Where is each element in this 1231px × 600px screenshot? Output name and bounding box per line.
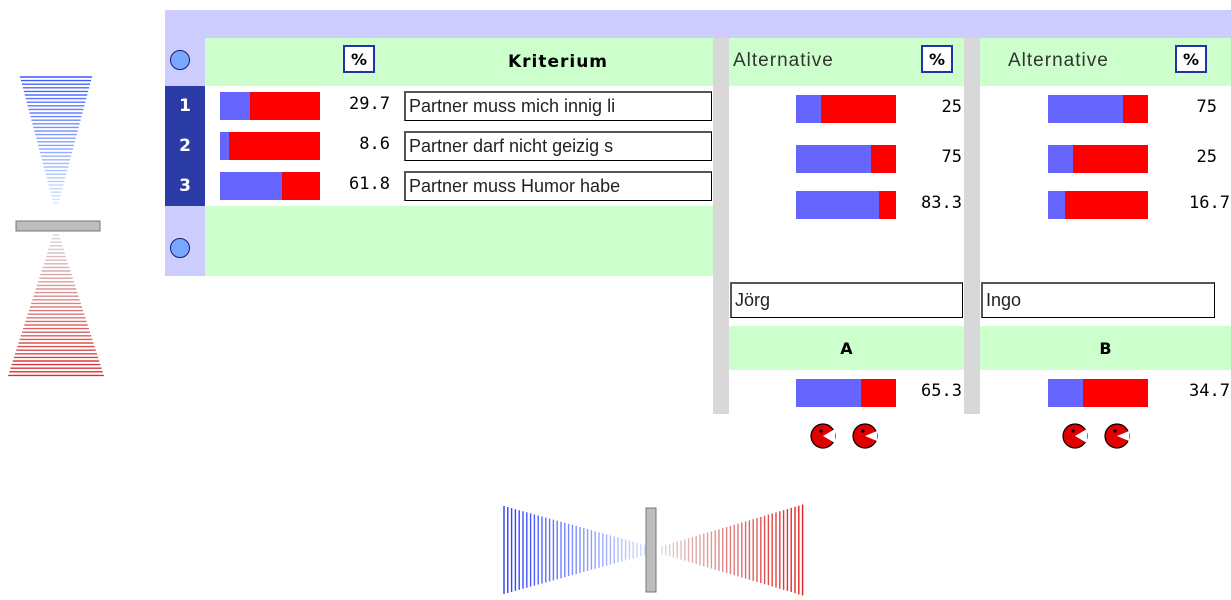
criterion-name-input-3[interactable]: Partner muss Humor habe <box>404 171 712 201</box>
alternative-b-percent-button[interactable]: % <box>1175 45 1207 73</box>
criterion-name-input-1[interactable]: Partner muss mich innig li <box>404 91 712 121</box>
pacman-icon <box>852 423 878 449</box>
slider-handle[interactable] <box>15 220 101 232</box>
criterion-weight-value-1: 29.7 <box>349 94 390 114</box>
row-number-2[interactable]: 2 <box>165 126 205 166</box>
left-gradient-widget[interactable] <box>0 75 112 385</box>
alternative-a-letter: A <box>729 326 964 370</box>
criterion-weight-bar-3[interactable] <box>220 172 320 200</box>
alternative-b-pacman-button-2[interactable] <box>1104 423 1130 453</box>
alternative-b-score-value-1: 75 <box>1196 97 1217 117</box>
alternative-a-score-bar-1[interactable] <box>796 95 896 123</box>
alternative-a-total-value: 65.3 <box>921 381 962 401</box>
alternative-b-total-value: 34.7 <box>1189 381 1230 401</box>
pacman-icon <box>1062 423 1088 449</box>
alternative-a-score-value-2: 75 <box>941 147 962 167</box>
alternative-b-total-bar <box>1048 379 1148 407</box>
alternative-b-pacman-button-1[interactable] <box>1062 423 1088 453</box>
criteria-footer-row <box>205 206 713 276</box>
criteria-header-title: Kriterium <box>507 52 609 72</box>
criteria-percent-button[interactable]: % <box>343 45 375 73</box>
sad-face-icon <box>170 50 190 70</box>
alternative-b-letter: B <box>980 326 1231 370</box>
criteria-footer-face-icon[interactable] <box>170 238 190 258</box>
alternative-a-score-value-3: 83.3 <box>921 193 962 213</box>
row-number-1[interactable]: 1 <box>165 86 205 126</box>
alternative-b-header-label: Alternative <box>1008 50 1109 71</box>
row-number-3[interactable]: 3 <box>165 166 205 206</box>
alternative-b-name-input[interactable]: Ingo <box>981 282 1215 318</box>
alternative-a-score-bar-3[interactable] <box>796 191 896 219</box>
alternative-a-score-value-1: 25 <box>941 97 962 117</box>
criterion-name-input-2[interactable]: Partner darf nicht geizig s <box>404 131 712 161</box>
pacman-icon <box>1104 423 1130 449</box>
column-separator-2 <box>964 38 980 414</box>
alternative-b-score-bar-2[interactable] <box>1048 145 1148 173</box>
alternative-a-total-bar <box>796 379 896 407</box>
criterion-weight-value-3: 61.8 <box>349 174 390 194</box>
alternative-a-header-label: Alternative <box>733 50 834 71</box>
criterion-weight-bar-1[interactable] <box>220 92 320 120</box>
alternative-b-score-value-2: 25 <box>1196 147 1217 167</box>
bottom-gradient-widget[interactable] <box>500 500 810 600</box>
alternative-b-score-value-3: 16.7 <box>1189 193 1230 213</box>
alternative-a-pacman-button-1[interactable] <box>810 423 836 453</box>
alternative-b-score-bar-1[interactable] <box>1048 95 1148 123</box>
pacman-icon <box>810 423 836 449</box>
alternative-a-pacman-button-2[interactable] <box>852 423 878 453</box>
alternative-a-percent-button[interactable]: % <box>921 45 953 73</box>
criterion-weight-bar-2[interactable] <box>220 132 320 160</box>
alternative-a-name-input[interactable]: Jörg <box>730 282 963 318</box>
alternative-a-score-bar-2[interactable] <box>796 145 896 173</box>
slider-handle[interactable] <box>645 507 657 593</box>
criteria-header-face-icon[interactable] <box>170 50 190 70</box>
criterion-weight-value-2: 8.6 <box>359 134 390 154</box>
top-header-bar <box>165 10 1231 38</box>
alternative-b-score-bar-3[interactable] <box>1048 191 1148 219</box>
column-separator-1 <box>713 38 729 414</box>
sad-face-icon <box>170 238 190 258</box>
